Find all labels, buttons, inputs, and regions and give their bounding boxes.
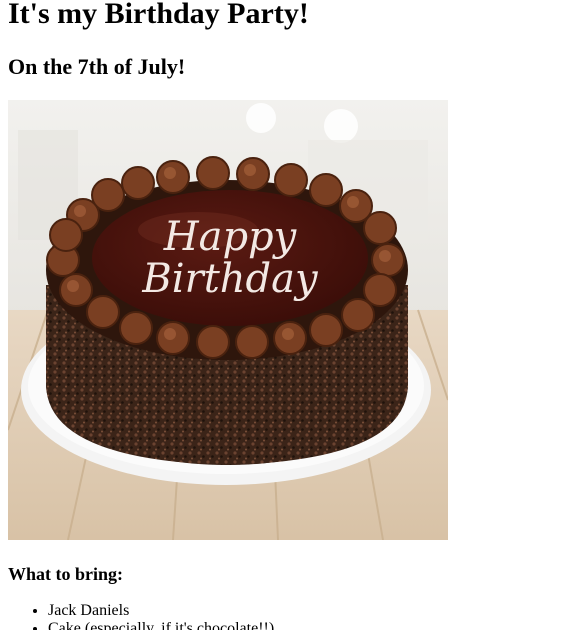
birthday-page: It's my Birthday Party! On the 7th of Ju… <box>0 0 573 630</box>
page-title: It's my Birthday Party! <box>8 0 309 30</box>
birthday-cake-photo: Happy Birthday <box>8 100 448 540</box>
party-date-heading: On the 7th of July! <box>8 54 186 79</box>
cake-text-happy: Happy <box>163 214 298 260</box>
bring-list: Jack Daniels Cake (especially, if it's c… <box>8 602 274 630</box>
list-item: Cake (especially, if it's chocolate!!) <box>48 620 274 630</box>
cake-text-birthday: Birthday <box>141 256 319 302</box>
cake-illustration: Happy Birthday <box>8 100 448 540</box>
list-item: Jack Daniels <box>48 602 274 620</box>
what-to-bring-heading: What to bring: <box>8 564 124 584</box>
